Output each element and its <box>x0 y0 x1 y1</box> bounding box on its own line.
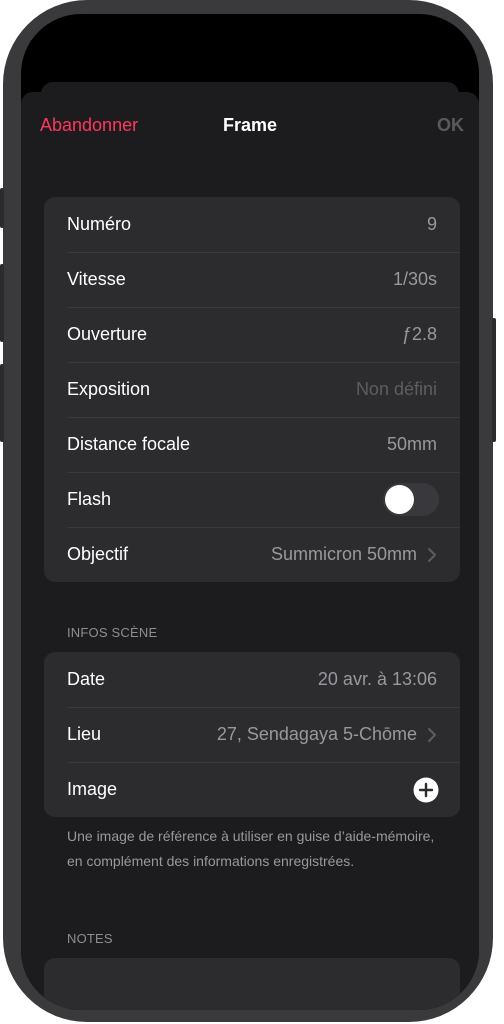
chevron-right-icon <box>428 727 436 742</box>
page-title: Frame <box>222 115 278 135</box>
exposition-value: Non défini <box>355 379 437 399</box>
image-footer-note: Une image de référence à utiliser en gui… <box>67 828 435 869</box>
flash-toggle-knob <box>385 485 414 514</box>
numero-value: 9 <box>426 214 437 234</box>
device-volume-up-button <box>0 264 4 342</box>
exposition-row[interactable]: Exposition Non défini <box>44 362 460 417</box>
distance-focale-row[interactable]: Distance focale 50mm <box>44 417 460 472</box>
flash-row: Flash <box>44 472 460 527</box>
frame-edit-sheet: Abandonner Frame OK Numéro 9 Vitesse 1/3… <box>21 92 479 1010</box>
objectif-label: Objectif <box>67 544 129 564</box>
plus-circle-icon[interactable] <box>413 777 439 803</box>
ouverture-value: ƒ2.8 <box>401 324 437 344</box>
flash-toggle[interactable] <box>383 483 439 516</box>
notes-header: NOTES <box>67 931 113 946</box>
scene-info-group: Date 20 avr. à 13:06 Lieu 27, Sendagaya … <box>44 652 460 817</box>
scene-info-header: INFOS SCÈNE <box>67 625 158 640</box>
distance-focale-label: Distance focale <box>67 434 191 454</box>
notes-field[interactable] <box>44 958 460 1010</box>
image-row: Image <box>44 762 460 817</box>
objectif-value: Summicron 50mm <box>270 544 417 564</box>
date-value: 20 avr. à 13:06 <box>317 669 437 689</box>
distance-focale-value: 50mm <box>386 434 437 454</box>
lieu-row[interactable]: Lieu 27, Sendagaya 5-Chōme <box>44 707 460 762</box>
ouverture-label: Ouverture <box>67 324 148 344</box>
exposition-label: Exposition <box>67 379 151 399</box>
device-action-button <box>0 188 4 228</box>
date-row[interactable]: Date 20 avr. à 13:06 <box>44 652 460 707</box>
image-label: Image <box>67 779 118 799</box>
ouverture-row[interactable]: Ouverture ƒ2.8 <box>44 307 460 362</box>
numero-label: Numéro <box>67 214 132 234</box>
objectif-row[interactable]: Objectif Summicron 50mm <box>44 527 460 582</box>
device-frame: Abandonner Frame OK Numéro 9 Vitesse 1/3… <box>0 0 496 1022</box>
device-volume-down-button <box>0 364 4 442</box>
frame-settings-group: Numéro 9 Vitesse 1/30s Ouverture ƒ2.8 Ex… <box>44 197 460 582</box>
lieu-value: 27, Sendagaya 5-Chōme <box>216 724 417 744</box>
screen: Abandonner Frame OK Numéro 9 Vitesse 1/3… <box>21 14 479 1010</box>
chevron-right-icon <box>428 547 436 562</box>
numero-row[interactable]: Numéro 9 <box>44 197 460 252</box>
ok-button[interactable]: OK <box>437 115 464 136</box>
flash-label: Flash <box>67 489 112 509</box>
vitesse-label: Vitesse <box>67 269 126 289</box>
navigation-bar: Abandonner Frame OK <box>21 92 479 158</box>
vitesse-value: 1/30s <box>392 269 437 289</box>
lieu-label: Lieu <box>67 724 102 744</box>
vitesse-row[interactable]: Vitesse 1/30s <box>44 252 460 307</box>
date-label: Date <box>67 669 106 689</box>
device-power-button <box>492 318 496 442</box>
